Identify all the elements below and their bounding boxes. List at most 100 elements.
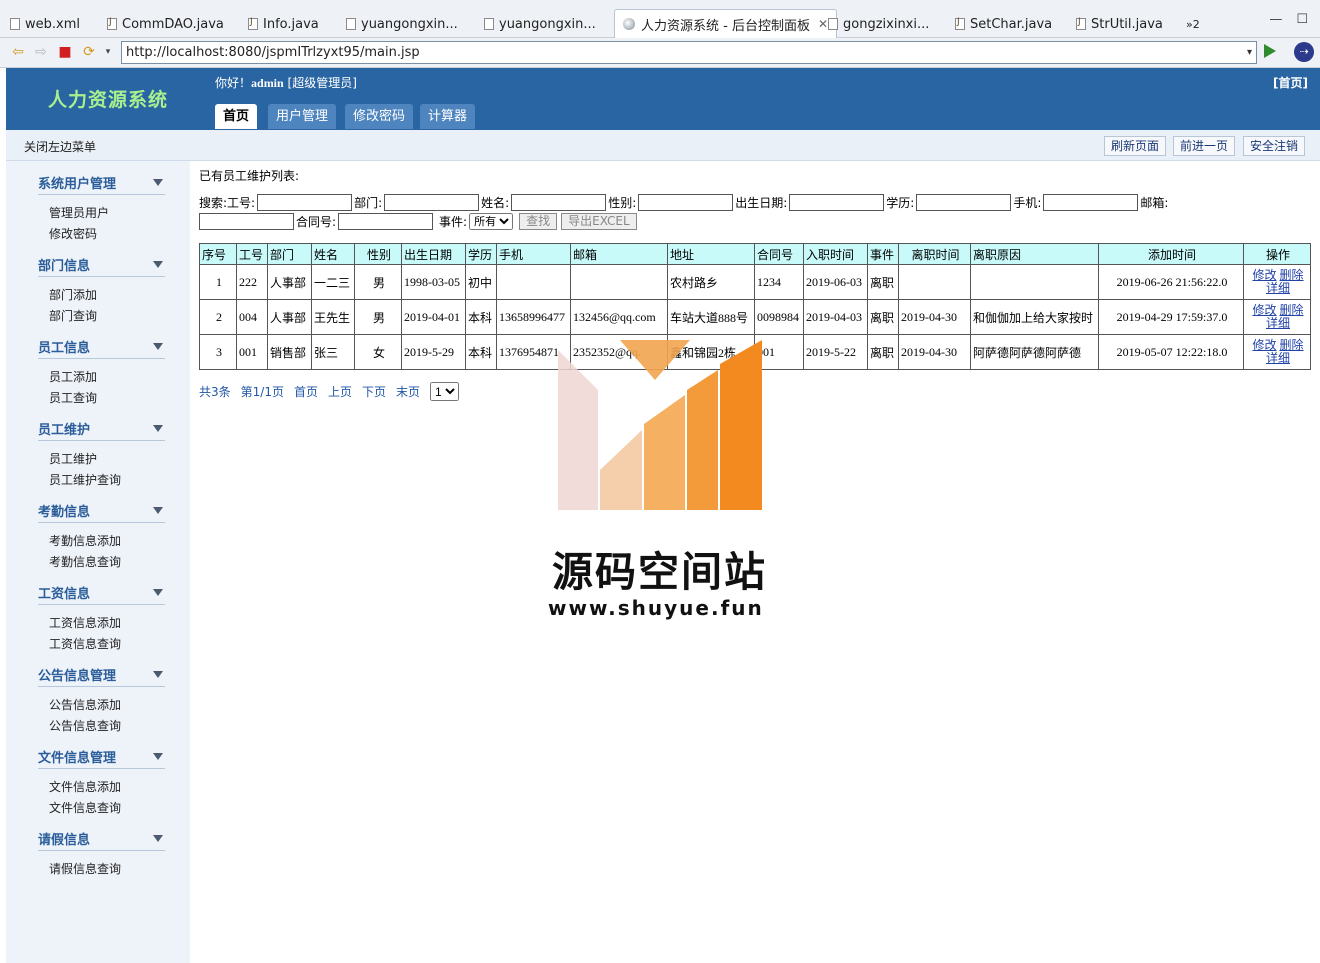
chevron-down-icon[interactable]	[153, 671, 163, 678]
forward-page-button[interactable]: 前进一页	[1173, 136, 1236, 156]
delete-link[interactable]: 删除	[1280, 338, 1304, 352]
editor-tab-setchar[interactable]: SetChar.java	[955, 11, 1052, 37]
chevron-down-icon[interactable]: ▾	[1247, 42, 1252, 63]
detail-link[interactable]: 详细	[1266, 351, 1290, 365]
menu-item-department-query[interactable]: 部门查询	[49, 307, 97, 324]
menu-item-maintenance[interactable]: 员工维护	[49, 450, 97, 467]
greeting: 你好！admin [超级管理员]	[215, 76, 357, 90]
chevron-down-icon[interactable]	[153, 425, 163, 432]
tab-user-management[interactable]: 用户管理	[268, 104, 337, 129]
menu-group-leave[interactable]: 请假信息	[38, 829, 165, 851]
phone-input[interactable]	[1043, 194, 1139, 211]
menu-item-change-password[interactable]: 修改密码	[49, 225, 97, 242]
editor-tab-web-xml[interactable]: web.xml	[10, 11, 80, 37]
column-header: 学历	[465, 243, 497, 265]
menu-group-department[interactable]: 部门信息	[38, 255, 165, 277]
menu-item-employee-query[interactable]: 员工查询	[49, 389, 97, 406]
edit-link[interactable]: 修改	[1252, 268, 1276, 282]
column-header: 手机	[496, 243, 571, 265]
prev-page-link[interactable]: 上页	[328, 383, 352, 400]
birthdate-input[interactable]	[789, 194, 885, 211]
menu-item-department-add[interactable]: 部门添加	[49, 286, 97, 303]
editor-tab-commdao[interactable]: CommDAO.java	[107, 11, 224, 37]
employee-id-input[interactable]	[257, 194, 353, 211]
edit-link[interactable]: 修改	[1252, 303, 1276, 317]
close-icon[interactable]: ✕	[818, 17, 828, 31]
editor-tab-bar: web.xml CommDAO.java Info.java yuangongx…	[0, 0, 1320, 38]
menu-item-notice-query[interactable]: 公告信息查询	[49, 717, 121, 734]
first-page-link[interactable]: 首页	[294, 383, 318, 400]
delete-link[interactable]: 删除	[1280, 303, 1304, 317]
event-select[interactable]: 所有	[469, 213, 514, 230]
menu-item-maintenance-query[interactable]: 员工维护查询	[49, 471, 121, 488]
editor-tab-info[interactable]: Info.java	[248, 11, 319, 37]
menu-item-salary-query[interactable]: 工资信息查询	[49, 635, 121, 652]
menu-item-employee-add[interactable]: 员工添加	[49, 368, 97, 385]
stop-icon[interactable]: ■	[57, 44, 73, 60]
refresh-page-button[interactable]: 刷新页面	[1104, 136, 1167, 156]
overflow-tabs-button[interactable]: »2	[1186, 11, 1200, 37]
education-input[interactable]	[916, 194, 1012, 211]
page-select[interactable]: 1	[430, 382, 460, 401]
menu-item-notice-add[interactable]: 公告信息添加	[49, 696, 121, 713]
refresh-icon[interactable]: ⟳	[81, 44, 97, 60]
forward-arrow-icon[interactable]: ⇨	[33, 44, 49, 60]
menu-item-admin-users[interactable]: 管理员用户	[49, 204, 109, 221]
menu-group-employee-maintenance[interactable]: 员工维护	[38, 419, 165, 441]
home-link[interactable]: [首页]	[1273, 74, 1308, 91]
contract-input[interactable]	[338, 213, 434, 230]
last-page-link[interactable]: 末页	[396, 383, 420, 400]
menu-item-salary-add[interactable]: 工资信息添加	[49, 614, 121, 631]
detail-link[interactable]: 详细	[1266, 316, 1290, 330]
menu-group-notice[interactable]: 公告信息管理	[38, 665, 165, 687]
next-page-link[interactable]: 下页	[362, 383, 386, 400]
tab-calculator[interactable]: 计算器	[420, 104, 476, 129]
back-arrow-icon[interactable]: ⇦	[10, 44, 26, 60]
chevron-down-icon[interactable]	[153, 343, 163, 350]
email-input[interactable]	[199, 213, 294, 230]
menu-item-file-add[interactable]: 文件信息添加	[49, 778, 121, 795]
menu-item-leave-query[interactable]: 请假信息查询	[49, 860, 121, 877]
editor-tab-main-page[interactable]: 人力资源系统 - 后台控制面板 ✕	[614, 9, 838, 38]
menu-group-salary[interactable]: 工资信息	[38, 583, 165, 605]
column-header: 工号	[236, 243, 268, 265]
search-button[interactable]: 查找	[519, 213, 558, 230]
chevron-down-icon[interactable]	[153, 589, 163, 596]
export-excel-button[interactable]: 导出EXCEL	[561, 213, 637, 230]
detail-link[interactable]: 详细	[1266, 281, 1290, 295]
menu-item-attendance-query[interactable]: 考勤信息查询	[49, 553, 121, 570]
maximize-icon[interactable]: ☐	[1296, 12, 1308, 27]
left-menu: 系统用户管理 管理员用户 修改密码 部门信息 部门添加 部门查询 员工信息 员工…	[6, 161, 190, 963]
minimize-icon[interactable]: —	[1269, 12, 1282, 27]
menu-group-employee[interactable]: 员工信息	[38, 337, 165, 359]
editor-tab-yuangongxin-2[interactable]: yuangongxin...	[484, 11, 596, 37]
edit-link[interactable]: 修改	[1252, 338, 1276, 352]
chevron-down-icon[interactable]	[153, 507, 163, 514]
menu-item-file-query[interactable]: 文件信息查询	[49, 799, 121, 816]
close-menu-link[interactable]: 关闭左边菜单	[24, 138, 96, 155]
tab-home[interactable]: 首页	[215, 104, 258, 129]
delete-link[interactable]: 删除	[1280, 268, 1304, 282]
chevron-down-icon[interactable]	[153, 835, 163, 842]
editor-tab-yuangongxin-1[interactable]: yuangongxin...	[346, 11, 458, 37]
editor-tab-strutil[interactable]: StrUtil.java	[1076, 11, 1163, 37]
chevron-down-icon[interactable]	[153, 753, 163, 760]
xml-file-icon	[10, 18, 20, 30]
go-icon[interactable]	[1264, 44, 1276, 58]
name-input[interactable]	[511, 194, 607, 211]
logout-button[interactable]: 安全注销	[1243, 136, 1306, 156]
menu-group-files[interactable]: 文件信息管理	[38, 747, 165, 769]
department-input[interactable]	[384, 194, 480, 211]
tab-change-password[interactable]: 修改密码	[345, 104, 414, 129]
menu-item-attendance-add[interactable]: 考勤信息添加	[49, 532, 121, 549]
watermark-logo-icon	[558, 340, 762, 510]
chevron-down-icon[interactable]	[153, 261, 163, 268]
gender-input[interactable]	[638, 194, 734, 211]
menu-group-attendance[interactable]: 考勤信息	[38, 501, 165, 523]
menu-group-system-users[interactable]: 系统用户管理	[38, 173, 165, 195]
eclipse-icon[interactable]: ⇢	[1294, 42, 1314, 62]
dropdown-arrow-icon[interactable]: ▾	[100, 44, 116, 60]
editor-tab-gongzixinxi[interactable]: gongzixinxi...	[828, 11, 929, 37]
chevron-down-icon[interactable]	[153, 179, 163, 186]
url-bar[interactable]: http://localhost:8080/jspmITrlzyxt95/mai…	[121, 41, 1257, 64]
